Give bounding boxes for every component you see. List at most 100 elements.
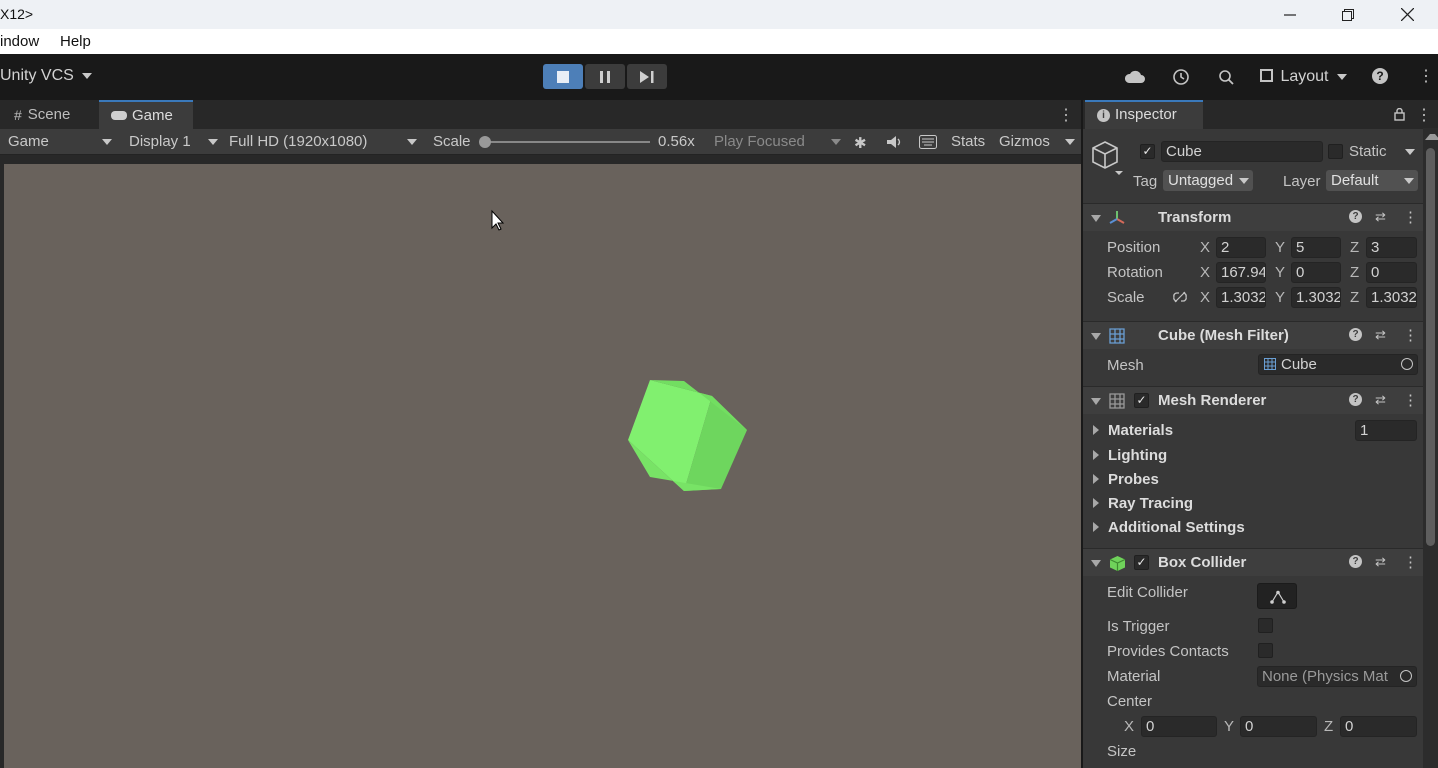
lock-icon[interactable] <box>1394 108 1405 121</box>
tab-scene[interactable]: # Scene <box>0 100 98 129</box>
audio-icon[interactable] <box>886 135 904 149</box>
close-button[interactable] <box>1378 0 1436 29</box>
expand-icon[interactable] <box>1093 522 1099 532</box>
lighting-foldout[interactable]: Lighting <box>1108 447 1167 464</box>
restore-button[interactable] <box>1319 0 1377 29</box>
step-icon <box>640 70 654 83</box>
resolution-dropdown[interactable]: Full HD (1920x1080) <box>229 133 419 150</box>
expand-icon[interactable] <box>1093 425 1099 435</box>
component-menu-icon[interactable]: ⋮ <box>1403 208 1418 226</box>
step-button[interactable] <box>627 64 667 89</box>
object-picker-icon[interactable] <box>1400 670 1412 682</box>
history-icon[interactable] <box>1172 68 1190 86</box>
physics-material-field[interactable]: None (Physics Mat <box>1257 666 1417 687</box>
active-checkbox[interactable]: ✓ <box>1140 144 1155 159</box>
layer-dropdown[interactable]: Default <box>1326 170 1418 191</box>
pause-button[interactable] <box>585 64 625 89</box>
bug-icon[interactable]: ✱ <box>854 134 867 152</box>
help-icon[interactable]: ? <box>1349 555 1362 568</box>
additional-settings-foldout[interactable]: Additional Settings <box>1108 519 1245 536</box>
materials-foldout[interactable]: Materials <box>1108 422 1173 439</box>
preset-icon[interactable]: ⇄ <box>1375 327 1386 343</box>
is-trigger-checkbox[interactable] <box>1258 618 1273 633</box>
help-icon[interactable]: ? <box>1349 393 1362 406</box>
probes-foldout[interactable]: Probes <box>1108 471 1159 488</box>
vcs-dropdown[interactable]: Unity VCS <box>0 67 93 85</box>
menu-help[interactable]: Help <box>60 33 91 50</box>
box-collider-enabled-checkbox[interactable]: ✓ <box>1134 555 1149 570</box>
expand-icon[interactable] <box>1093 498 1099 508</box>
static-dropdown-icon[interactable] <box>1405 149 1415 155</box>
stats-button[interactable]: Stats <box>951 133 985 150</box>
rotation-x-field[interactable]: 167.94 <box>1216 262 1266 283</box>
game-mode-dropdown[interactable]: Game <box>8 133 114 150</box>
tab-inspector[interactable]: i Inspector <box>1085 100 1203 129</box>
fold-icon[interactable] <box>1091 333 1101 340</box>
box-collider-title: Box Collider <box>1158 554 1247 571</box>
expand-icon[interactable] <box>1093 450 1099 460</box>
tag-dropdown[interactable]: Untagged <box>1163 170 1253 191</box>
menu-window[interactable]: indow <box>0 33 39 50</box>
box-collider-header[interactable]: ✓ Box Collider ? ⇄ ⋮ <box>1083 548 1423 576</box>
expand-icon[interactable] <box>1093 474 1099 484</box>
keyboard-icon[interactable] <box>919 135 937 149</box>
scrollbar-thumb[interactable] <box>1426 148 1435 546</box>
preset-icon[interactable]: ⇄ <box>1375 209 1386 225</box>
object-name-input[interactable]: Cube <box>1161 141 1323 162</box>
search-icon[interactable] <box>1218 69 1235 86</box>
stop-play-button[interactable] <box>543 64 583 89</box>
inspector-scrollbar[interactable] <box>1423 128 1438 768</box>
minimize-button[interactable] <box>1261 0 1319 29</box>
mesh-renderer-header[interactable]: ✓ Mesh Renderer ? ⇄ ⋮ <box>1083 386 1423 414</box>
display-dropdown[interactable]: Display 1 <box>129 133 219 150</box>
component-menu-icon[interactable]: ⋮ <box>1403 553 1418 571</box>
help-icon[interactable]: ? <box>1349 328 1362 341</box>
scale-z-field[interactable]: 1.3032 <box>1366 287 1417 308</box>
preset-icon[interactable]: ⇄ <box>1375 554 1386 570</box>
more-icon[interactable]: ⋮ <box>1418 66 1434 86</box>
center-y-field[interactable]: 0 <box>1240 716 1317 737</box>
position-z-field[interactable]: 3 <box>1366 237 1417 258</box>
component-menu-icon[interactable]: ⋮ <box>1403 391 1418 409</box>
help-icon[interactable]: ? <box>1349 210 1362 223</box>
vcs-label: Unity VCS <box>0 67 74 84</box>
rotation-z-field[interactable]: 0 <box>1366 262 1417 283</box>
edit-collider-button[interactable] <box>1257 583 1297 609</box>
materials-count-field[interactable]: 1 <box>1355 420 1417 441</box>
fold-icon[interactable] <box>1091 398 1101 405</box>
play-focus-dropdown[interactable]: Play Focused <box>714 133 844 150</box>
component-menu-icon[interactable]: ⋮ <box>1403 326 1418 344</box>
object-picker-icon[interactable] <box>1401 358 1413 370</box>
center-x-field[interactable]: 0 <box>1141 716 1217 737</box>
provides-contacts-checkbox[interactable] <box>1258 643 1273 658</box>
ray-tracing-foldout[interactable]: Ray Tracing <box>1108 495 1193 512</box>
gameobject-cube-icon <box>1092 141 1123 175</box>
transform-header[interactable]: Transform ? ⇄ ⋮ <box>1083 203 1423 231</box>
link-scale-icon[interactable] <box>1172 291 1188 303</box>
tab-game[interactable]: Game <box>99 100 193 129</box>
scale-x-field[interactable]: 1.3032 <box>1216 287 1266 308</box>
center-z-field[interactable]: 0 <box>1340 716 1417 737</box>
gizmos-dropdown[interactable]: Gizmos <box>999 133 1079 150</box>
scale-slider-handle[interactable] <box>479 136 491 148</box>
panel-menu-icon[interactable]: ⋮ <box>1058 105 1074 125</box>
position-y-field[interactable]: 5 <box>1291 237 1341 258</box>
static-checkbox[interactable] <box>1328 144 1343 159</box>
cloud-icon[interactable] <box>1125 70 1145 84</box>
preset-icon[interactable]: ⇄ <box>1375 392 1386 408</box>
inspector-menu-icon[interactable]: ⋮ <box>1416 105 1432 125</box>
mesh-filter-header[interactable]: Cube (Mesh Filter) ? ⇄ ⋮ <box>1083 321 1423 349</box>
fold-icon[interactable] <box>1091 215 1101 222</box>
scale-slider-track[interactable] <box>482 141 650 143</box>
rotation-y-field[interactable]: 0 <box>1291 262 1341 283</box>
game-viewport[interactable] <box>4 164 1081 768</box>
fold-icon[interactable] <box>1091 560 1101 567</box>
mesh-renderer-enabled-checkbox[interactable]: ✓ <box>1134 393 1149 408</box>
help-icon[interactable]: ? <box>1372 68 1388 84</box>
position-x-field[interactable]: 2 <box>1216 237 1266 258</box>
layout-dropdown[interactable]: Layout <box>1260 68 1347 86</box>
mesh-object-field[interactable]: Cube <box>1258 354 1418 375</box>
scale-y-field[interactable]: 1.3032 <box>1291 287 1341 308</box>
game-mode-label: Game <box>8 133 49 150</box>
scroll-up-icon[interactable] <box>1425 134 1438 140</box>
